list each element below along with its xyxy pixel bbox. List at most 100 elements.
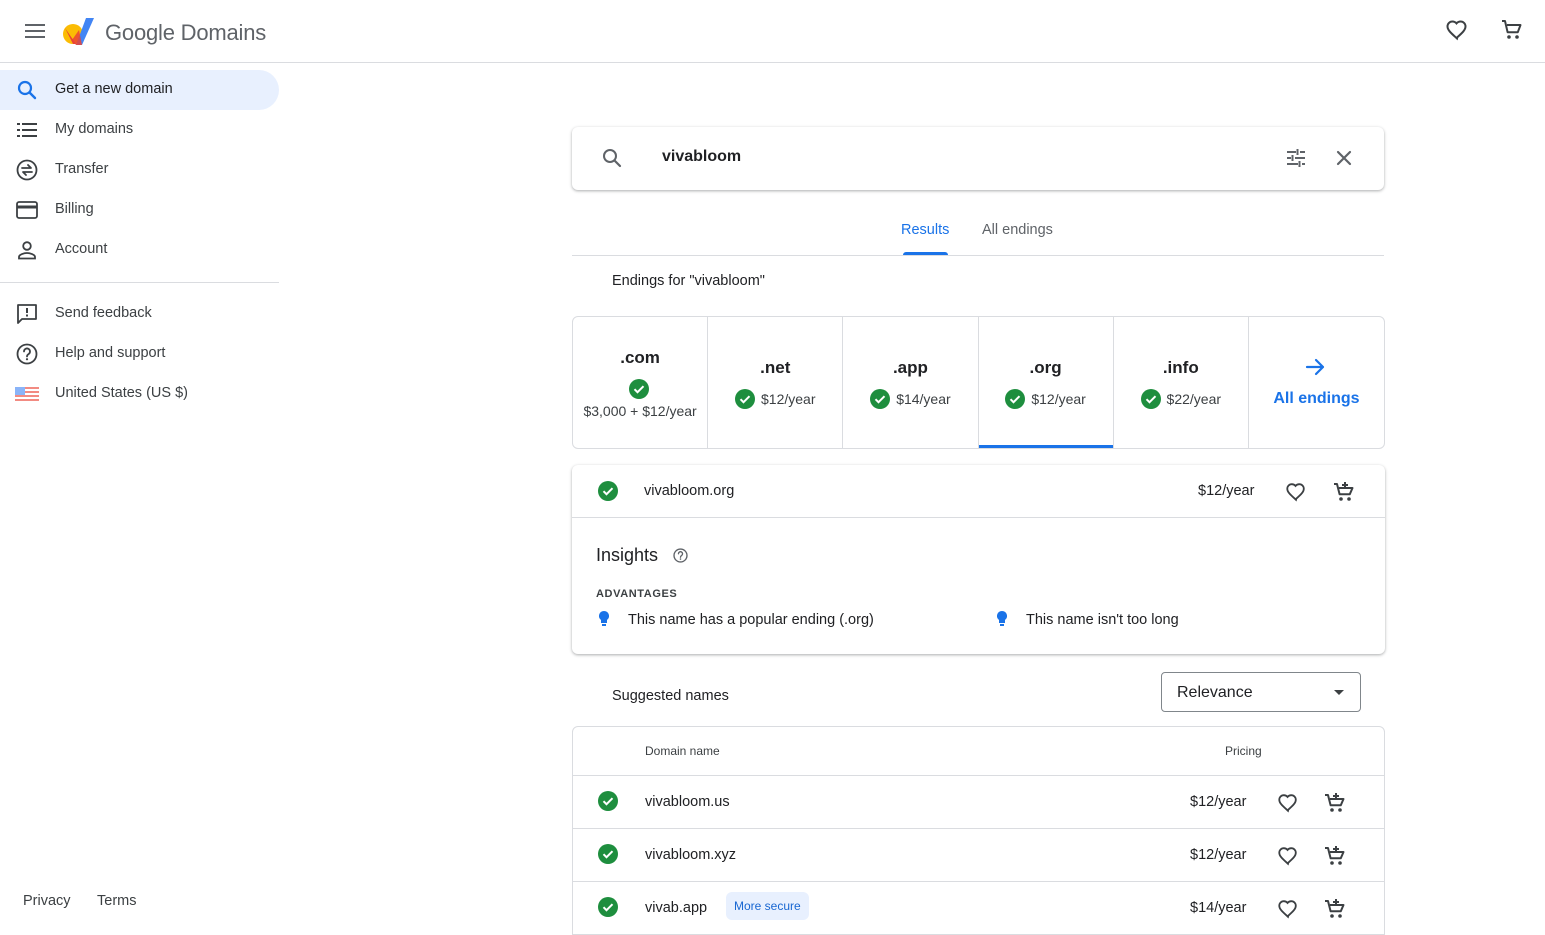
ending-price: $12/year	[761, 391, 816, 407]
available-check-icon	[598, 897, 618, 917]
ending-price: $3,000 + $12/year	[583, 403, 697, 419]
ending-card-net[interactable]: .net $12/year	[708, 317, 844, 448]
lightbulb-icon	[997, 611, 1007, 627]
tab-all-endings[interactable]: All endings	[982, 222, 1053, 238]
transfer-icon	[15, 158, 39, 182]
advantage-item: This name has a popular ending (.org)	[628, 612, 874, 628]
suggested-domain-name: vivabloom.us	[645, 794, 730, 810]
ending-card-com[interactable]: .com $3,000 + $12/year	[573, 317, 709, 448]
nav-item-help-support[interactable]: Help and support	[0, 334, 279, 374]
nav-item-account[interactable]: Account	[0, 230, 279, 270]
list-icon	[15, 118, 39, 142]
heart-icon[interactable]	[1274, 842, 1302, 870]
nav-item-my-domains[interactable]: My domains	[0, 110, 279, 150]
suggested-domain-price: $12/year	[1190, 847, 1247, 863]
nav-item-billing[interactable]: Billing	[0, 190, 279, 230]
available-check-icon	[598, 844, 618, 864]
table-row[interactable]: vivab.app More secure $14/year	[573, 882, 1384, 935]
sidebar-divider	[0, 282, 279, 283]
more-secure-badge: More secure	[726, 892, 809, 920]
hamburger-menu-icon[interactable]	[17, 13, 53, 49]
available-check-icon	[598, 791, 618, 811]
nav-item-label: United States (US $)	[55, 385, 188, 401]
nav-item-get-new-domain[interactable]: Get a new domain	[0, 70, 279, 110]
suggested-domain-name: vivab.app	[645, 900, 708, 916]
google-domains-logo[interactable]	[62, 16, 96, 46]
add-to-cart-icon[interactable]	[1321, 789, 1349, 817]
insights-title: Insights	[596, 545, 659, 565]
shopping-cart-icon[interactable]	[1498, 16, 1526, 44]
suggested-names-table: Domain name Pricing vivabloom.us $12/yea…	[572, 726, 1385, 935]
ending-tld: .app	[892, 358, 928, 377]
ending-price: $14/year	[896, 391, 951, 407]
available-check-icon	[870, 389, 891, 409]
search-icon	[600, 146, 624, 170]
add-to-cart-icon[interactable]	[1321, 895, 1349, 923]
column-header-domain: Domain name	[645, 744, 720, 758]
help-icon	[15, 342, 39, 366]
search-icon	[15, 78, 39, 102]
add-to-cart-icon[interactable]	[1321, 842, 1349, 870]
nav-item-label: Billing	[55, 201, 94, 217]
clear-search-icon[interactable]	[1332, 146, 1356, 170]
sort-select[interactable]: Relevance	[1161, 672, 1361, 712]
table-header: Domain name Pricing	[573, 727, 1384, 776]
available-check-icon	[1005, 389, 1026, 409]
nav-item-label: Get a new domain	[55, 81, 173, 97]
nav-item-transfer[interactable]: Transfer	[0, 150, 279, 190]
endings-grid: .com $3,000 + $12/year .net $12/year .ap…	[572, 316, 1385, 449]
column-header-pricing: Pricing	[1225, 744, 1262, 758]
filter-tune-icon[interactable]	[1284, 146, 1308, 170]
feedback-icon	[15, 302, 39, 326]
top-app-bar: Google Domains	[0, 0, 1545, 63]
suggested-domain-price: $14/year	[1190, 900, 1247, 916]
nav-item-country[interactable]: United States (US $)	[0, 374, 279, 414]
ending-card-org[interactable]: .org $12/year	[978, 317, 1114, 448]
help-icon[interactable]	[673, 548, 688, 563]
ending-card-app[interactable]: .app $14/year	[843, 317, 979, 448]
tab-results[interactable]: Results	[901, 222, 949, 238]
arrow-forward-icon	[1305, 357, 1327, 377]
advantage-item: This name isn't too long	[1026, 612, 1179, 628]
all-endings-card[interactable]: All endings	[1249, 317, 1384, 448]
terms-link[interactable]: Terms	[97, 893, 136, 909]
table-row[interactable]: vivabloom.us $12/year	[573, 776, 1384, 829]
nav-item-send-feedback[interactable]: Send feedback	[0, 294, 279, 334]
available-check-icon	[598, 481, 618, 501]
ending-card-info[interactable]: .info $22/year	[1114, 317, 1249, 448]
nav-item-label: My domains	[55, 121, 134, 137]
ending-price: $22/year	[1166, 391, 1222, 407]
results-tabs: Results All endings	[572, 210, 1384, 256]
add-to-cart-icon[interactable]	[1330, 478, 1358, 506]
us-flag-icon	[15, 382, 39, 406]
available-check-icon	[735, 389, 756, 409]
nav-item-label: Send feedback	[55, 305, 152, 321]
nav-item-label: Account	[55, 241, 108, 257]
available-check-icon	[1140, 389, 1161, 409]
selected-domain-price: $12/year	[1198, 483, 1255, 499]
selected-domain-card: vivabloom.org $12/year Insights ADVANTAG…	[572, 465, 1385, 654]
ending-tld: .net	[760, 358, 791, 377]
nav-item-label: Transfer	[55, 161, 109, 177]
brand-name: Google Domains	[105, 20, 267, 45]
person-icon	[15, 238, 39, 262]
heart-icon[interactable]	[1443, 16, 1471, 44]
endings-title: Endings for "vivabloom"	[612, 273, 765, 289]
dropdown-arrow-icon	[1334, 690, 1344, 695]
suggested-domain-price: $12/year	[1190, 794, 1247, 810]
heart-icon[interactable]	[1274, 895, 1302, 923]
ending-tld: .org	[1029, 358, 1062, 377]
domain-search-input[interactable]	[662, 148, 1222, 166]
ending-tld: .com	[620, 348, 660, 367]
ending-tld: .info	[1162, 358, 1199, 377]
table-row[interactable]: vivabloom.xyz $12/year	[573, 829, 1384, 882]
selected-domain-row[interactable]: vivabloom.org $12/year	[572, 465, 1385, 518]
heart-icon[interactable]	[1274, 789, 1302, 817]
nav-item-label: Help and support	[55, 345, 166, 361]
privacy-link[interactable]: Privacy	[23, 893, 71, 909]
lightbulb-icon	[599, 611, 609, 627]
sort-select-value: Relevance	[1177, 684, 1253, 701]
suggested-names-title: Suggested names	[612, 688, 729, 704]
side-navigation: Get a new domain My domains Transfer Bil…	[0, 63, 280, 935]
heart-icon[interactable]	[1282, 478, 1310, 506]
